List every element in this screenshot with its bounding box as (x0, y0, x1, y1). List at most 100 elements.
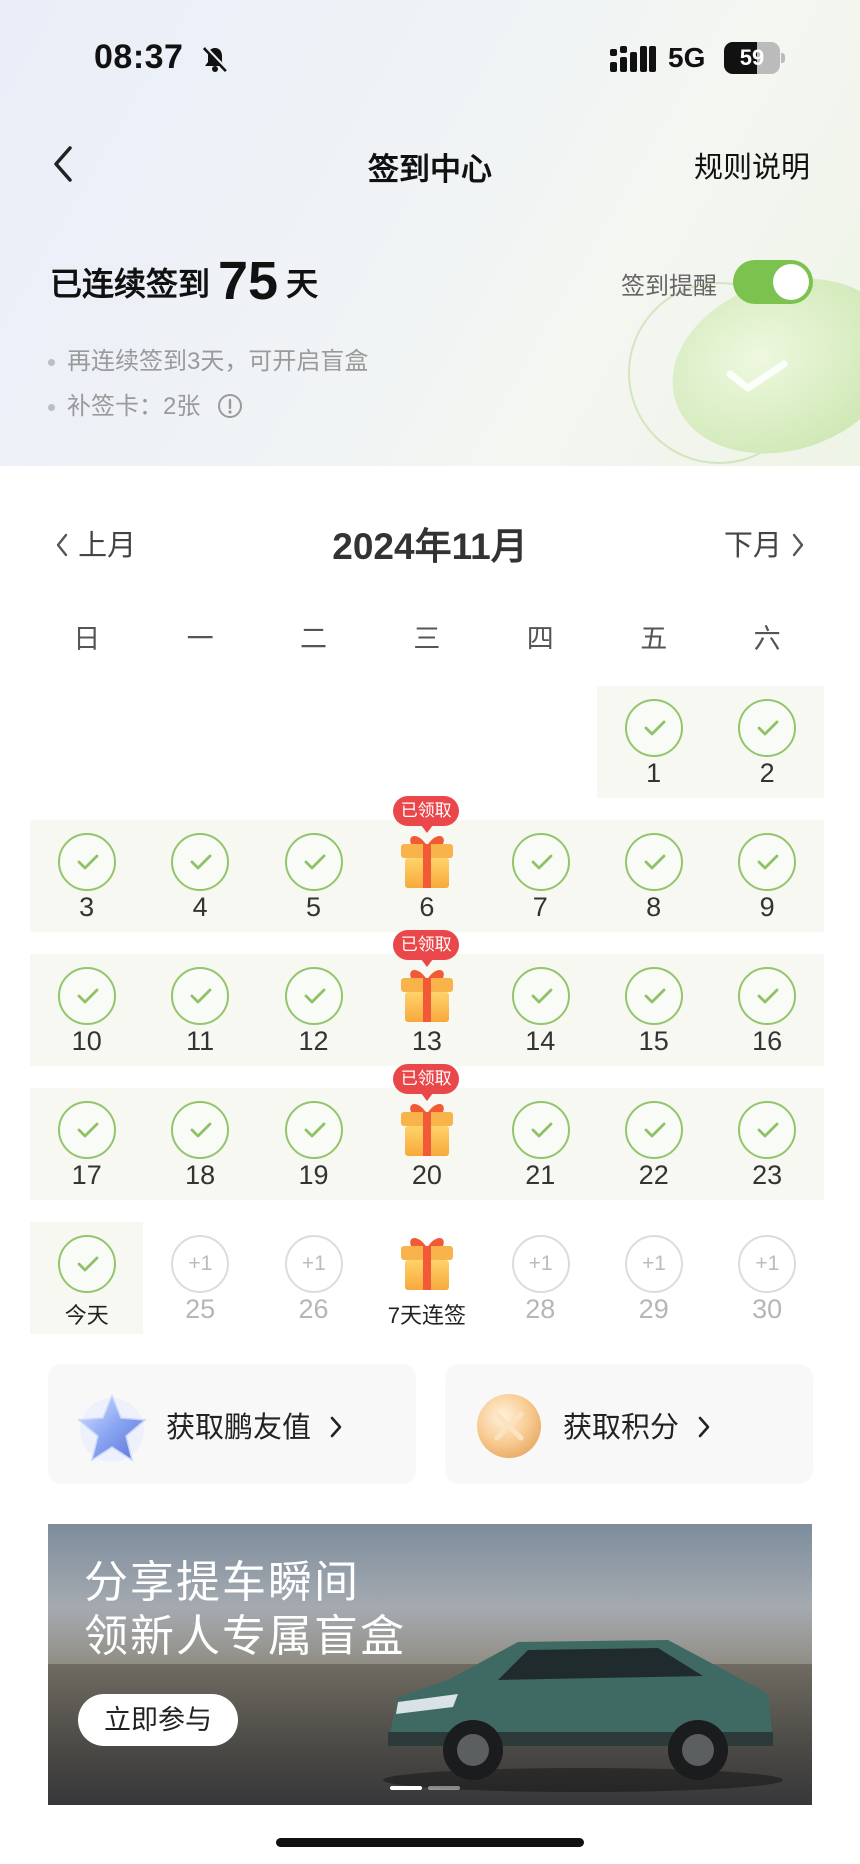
weekday-label: 一 (186, 624, 214, 654)
promo-banner[interactable]: 分享提车瞬间 领新人专属盲盒 立即参与 (48, 1524, 812, 1805)
day-cell[interactable]: 14 (484, 954, 597, 1066)
get-points-label: 获取积分 (563, 1404, 711, 1446)
day-label: 4 (192, 892, 208, 922)
join-now-button[interactable]: 立即参与 (78, 1694, 238, 1746)
gift-icon (397, 962, 457, 1024)
day-cell[interactable]: 7天连签 (370, 1222, 483, 1334)
bonus-label: +1 (188, 1252, 213, 1275)
rules-link[interactable]: 规则说明 (694, 144, 810, 186)
decor-check-icon (726, 360, 788, 392)
checked-icon (738, 699, 797, 757)
reminder-toggle[interactable] (733, 260, 813, 304)
day-cell[interactable]: +1 30 (710, 1222, 823, 1334)
weekday-header: 日 一 二 三 四 五 六 (30, 617, 824, 657)
bonus-label: +1 (528, 1252, 553, 1275)
day-label: 11 (186, 1026, 215, 1056)
chevron-right-icon (698, 1416, 710, 1438)
day-label: 14 (525, 1026, 556, 1056)
day-cell[interactable]: 10 (30, 954, 143, 1066)
weekday-label: 六 (753, 624, 781, 654)
day-cell[interactable]: 7 (484, 820, 597, 932)
day-label: 23 (752, 1160, 783, 1190)
get-friend-value-card[interactable]: 获取鹏友值 (48, 1364, 416, 1484)
streak-prefix: 已连续签到 (50, 266, 211, 302)
day-label: 26 (298, 1294, 329, 1324)
checked-icon (171, 967, 230, 1025)
checked-icon (625, 1101, 683, 1159)
day-cell[interactable]: 4 (143, 820, 256, 932)
weekday-label: 三 (413, 624, 441, 654)
day-cell[interactable]: 21 (484, 1088, 597, 1200)
checked-icon (58, 833, 116, 891)
checked-icon (511, 1101, 570, 1159)
checked-icon (284, 833, 343, 891)
weekday-label: 二 (299, 624, 327, 654)
day-cell[interactable]: 17 (30, 1088, 143, 1200)
get-points-card[interactable]: 获取积分 (445, 1364, 813, 1484)
battery-level: 59 (739, 45, 765, 70)
today-cell[interactable]: 今天 (30, 1222, 144, 1334)
reminder-label: 签到提醒 (621, 273, 717, 300)
day-cell[interactable]: 15 (597, 954, 710, 1066)
day-label: 25 (185, 1294, 216, 1324)
checked-icon (58, 1235, 116, 1293)
bonus-circle: +1 (171, 1235, 230, 1293)
day-cell[interactable]: 已领取 13 (370, 930, 483, 1066)
gift-icon (397, 1230, 457, 1292)
carousel-indicator (390, 1786, 460, 1790)
bonus-circle: +1 (738, 1235, 797, 1293)
day-label: 21 (525, 1160, 556, 1190)
day-cell[interactable]: 1 (597, 686, 710, 798)
day-cell[interactable]: 已领取 20 (370, 1064, 483, 1200)
day-label: 16 (752, 1026, 783, 1056)
gift-icon (397, 1096, 457, 1158)
day-label: 17 (71, 1160, 102, 1190)
toggle-knob (773, 264, 809, 300)
day-label: 20 (411, 1160, 442, 1190)
checked-icon (511, 967, 570, 1025)
banner-subheadline: 领新人专属盲盒 (84, 1612, 406, 1661)
next-month-button[interactable]: 下月 (724, 522, 806, 564)
checked-icon (738, 1101, 797, 1159)
checked-icon (284, 1101, 343, 1159)
weekday-label: 四 (526, 624, 554, 654)
checked-icon (58, 1101, 116, 1159)
checked-icon (171, 833, 230, 891)
day-cell[interactable]: +1 25 (143, 1222, 256, 1334)
car-image (383, 1640, 783, 1792)
info-icon[interactable] (217, 393, 243, 419)
day-cell[interactable]: +1 29 (597, 1222, 710, 1334)
checked-icon (625, 699, 683, 757)
day-cell[interactable]: 19 (257, 1088, 370, 1200)
day-cell[interactable]: 8 (597, 820, 710, 932)
day-cell[interactable]: 3 (30, 820, 143, 932)
status-bar: 08:37 5G 59 (0, 0, 860, 120)
day-cell[interactable]: 9 (710, 820, 823, 932)
day-label: 13 (411, 1026, 442, 1056)
day-cell[interactable]: 11 (143, 954, 256, 1066)
day-cell[interactable]: 5 (257, 820, 370, 932)
day-cell[interactable]: 2 (710, 686, 823, 798)
day-cell[interactable]: 18 (143, 1088, 256, 1200)
checked-icon (625, 967, 683, 1025)
bonus-circle: +1 (511, 1235, 570, 1293)
day-cell[interactable]: 已领取 6 (370, 796, 483, 932)
day-cell[interactable]: 22 (597, 1088, 710, 1200)
home-indicator (276, 1838, 584, 1847)
day-label: 1 (646, 758, 662, 788)
day-label: 28 (525, 1294, 556, 1324)
carousel-dot (428, 1786, 460, 1790)
day-cell[interactable]: 23 (710, 1088, 823, 1200)
day-label: 9 (759, 892, 775, 922)
checked-icon (171, 1101, 230, 1159)
day-label: 3 (79, 892, 95, 922)
day-cell[interactable]: +1 26 (257, 1222, 370, 1334)
day-label: 今天 (64, 1303, 109, 1328)
day-cell[interactable]: 12 (257, 954, 370, 1066)
day-label: 8 (646, 892, 662, 922)
day-label: 6 (419, 892, 435, 922)
day-cell[interactable]: 16 (710, 954, 823, 1066)
makeup-card-text: 补签卡：2张 (67, 393, 201, 420)
day-cell[interactable]: +1 28 (484, 1222, 597, 1334)
day-label: 12 (298, 1026, 329, 1056)
